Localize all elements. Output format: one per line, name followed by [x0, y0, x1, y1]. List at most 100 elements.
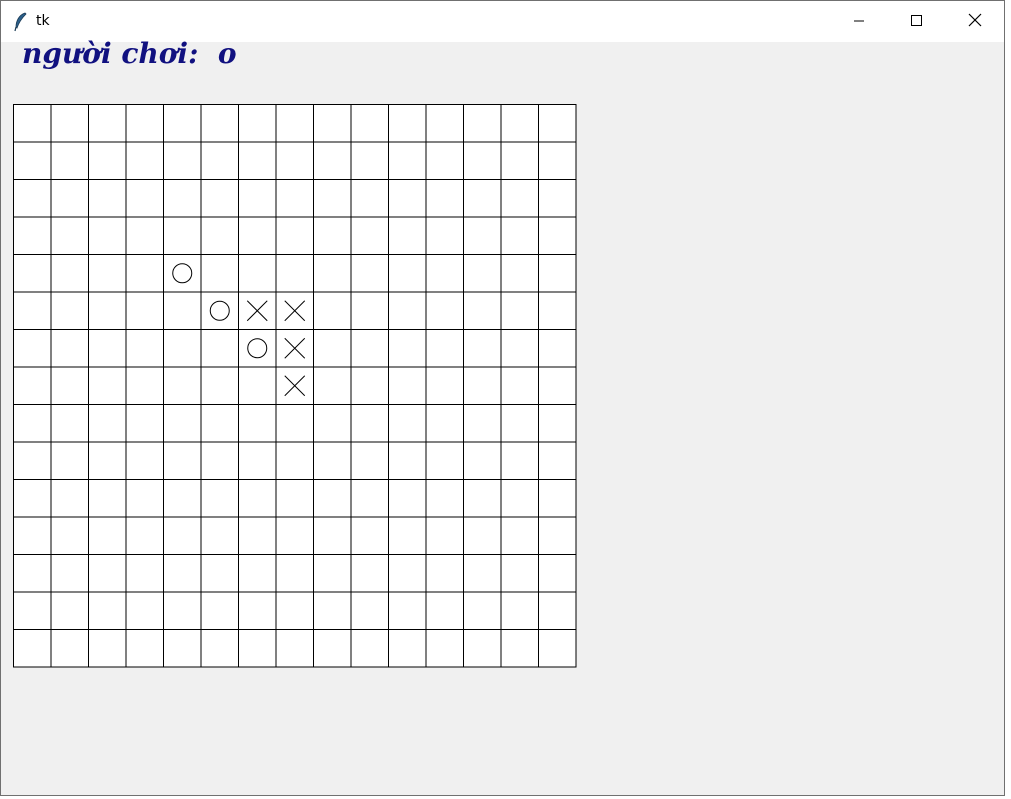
board-cell[interactable] [313, 104, 352, 143]
board-cell[interactable] [275, 404, 314, 443]
board-cell[interactable] [313, 329, 352, 368]
board-cell[interactable] [388, 216, 427, 255]
board-cell[interactable] [313, 254, 352, 293]
board-cell[interactable] [13, 516, 52, 555]
title-bar[interactable]: tk [1, 1, 1004, 42]
board-cell[interactable] [275, 554, 314, 593]
board-cell[interactable] [13, 591, 52, 630]
board-cell[interactable] [463, 404, 502, 443]
board-cell[interactable] [200, 254, 239, 293]
board-cell[interactable] [88, 104, 127, 143]
board-cell[interactable] [50, 629, 89, 668]
board-cell[interactable] [88, 179, 127, 218]
board-cell[interactable] [500, 516, 539, 555]
board-cell[interactable] [463, 254, 502, 293]
board-cell[interactable] [425, 629, 464, 668]
board-cell[interactable] [13, 179, 52, 218]
board-cell[interactable] [463, 591, 502, 630]
board-cell[interactable] [425, 366, 464, 405]
board-cell[interactable] [125, 329, 164, 368]
board-cell[interactable] [238, 516, 277, 555]
board-cell[interactable] [388, 404, 427, 443]
board-cell[interactable] [50, 291, 89, 330]
board-cell[interactable] [50, 366, 89, 405]
board-cell[interactable] [88, 254, 127, 293]
board-cell[interactable] [313, 179, 352, 218]
board-cell[interactable] [50, 254, 89, 293]
board-cell[interactable] [13, 366, 52, 405]
board-cell[interactable] [350, 591, 389, 630]
board-cell[interactable] [13, 404, 52, 443]
board-cell[interactable] [125, 291, 164, 330]
board-cell[interactable] [463, 554, 502, 593]
board-cell[interactable] [200, 216, 239, 255]
board-cell[interactable] [388, 516, 427, 555]
board-cell[interactable] [388, 591, 427, 630]
board-cell[interactable] [163, 516, 202, 555]
board-cell[interactable] [238, 366, 277, 405]
board-cell[interactable] [388, 291, 427, 330]
board-cell[interactable] [238, 329, 277, 368]
board-cell[interactable] [463, 366, 502, 405]
board-cell[interactable] [425, 329, 464, 368]
board-cell[interactable] [538, 591, 577, 630]
board-cell[interactable] [350, 291, 389, 330]
board-cell[interactable] [500, 104, 539, 143]
close-button[interactable] [946, 1, 1004, 42]
board-cell[interactable] [463, 629, 502, 668]
board-cell[interactable] [275, 591, 314, 630]
board-cell[interactable] [350, 404, 389, 443]
board-cell[interactable] [50, 141, 89, 180]
board-cell[interactable] [163, 329, 202, 368]
board-cell[interactable] [313, 404, 352, 443]
board-cell[interactable] [13, 291, 52, 330]
board-cell[interactable] [125, 141, 164, 180]
board-cell[interactable] [238, 179, 277, 218]
board-cell[interactable] [500, 329, 539, 368]
board-cell[interactable] [538, 479, 577, 518]
board-cell[interactable] [125, 179, 164, 218]
board-cell[interactable] [313, 366, 352, 405]
board-cell[interactable] [275, 516, 314, 555]
board-cell[interactable] [313, 629, 352, 668]
board-cell[interactable] [500, 441, 539, 480]
board-cell[interactable] [350, 216, 389, 255]
board-cell[interactable] [425, 254, 464, 293]
board-cell[interactable] [88, 216, 127, 255]
board-cell[interactable] [88, 441, 127, 480]
board-cell[interactable] [275, 216, 314, 255]
board-cell[interactable] [200, 141, 239, 180]
board-cell[interactable] [88, 591, 127, 630]
board-cell[interactable] [350, 554, 389, 593]
board-cell[interactable] [238, 629, 277, 668]
board-cell[interactable] [13, 441, 52, 480]
board-cell[interactable] [13, 554, 52, 593]
board-cell[interactable] [200, 104, 239, 143]
board-cell[interactable] [163, 441, 202, 480]
board-cell[interactable] [388, 104, 427, 143]
board-cell[interactable] [388, 141, 427, 180]
board-cell[interactable] [275, 104, 314, 143]
board-cell[interactable] [13, 329, 52, 368]
board-cell[interactable] [238, 554, 277, 593]
board-cell[interactable] [163, 179, 202, 218]
board-cell[interactable] [388, 254, 427, 293]
board-cell[interactable] [425, 216, 464, 255]
board-cell[interactable] [275, 254, 314, 293]
board-cell[interactable] [200, 629, 239, 668]
board-cell[interactable] [163, 254, 202, 293]
board-cell[interactable] [500, 291, 539, 330]
board-cell[interactable] [463, 104, 502, 143]
board-cell[interactable] [425, 404, 464, 443]
board-cell[interactable] [88, 141, 127, 180]
board-cell[interactable] [538, 404, 577, 443]
board-cell[interactable] [200, 179, 239, 218]
board-cell[interactable] [500, 254, 539, 293]
board-cell[interactable] [200, 479, 239, 518]
board-cell[interactable] [313, 591, 352, 630]
board-cell[interactable] [125, 441, 164, 480]
board-cell[interactable] [163, 629, 202, 668]
board-cell[interactable] [425, 554, 464, 593]
board-cell[interactable] [200, 591, 239, 630]
game-board[interactable] [13, 104, 579, 670]
